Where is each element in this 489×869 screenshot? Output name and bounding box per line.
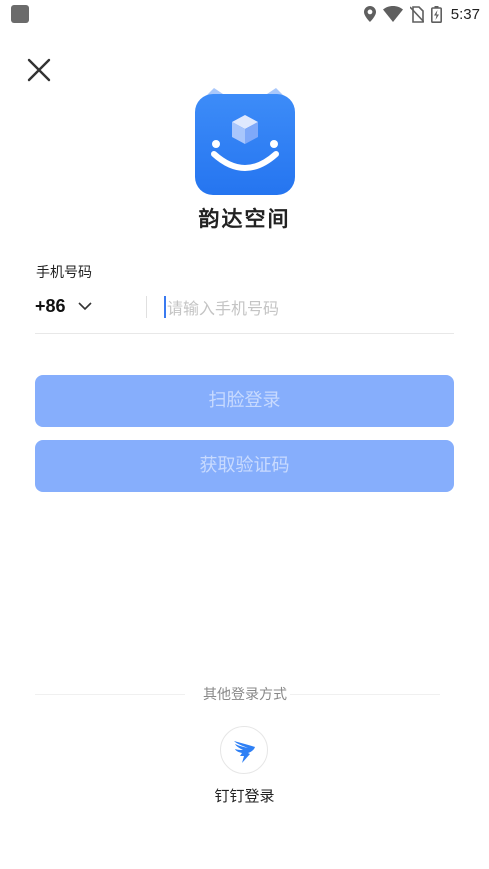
location-icon xyxy=(363,6,376,22)
face-login-button[interactable]: 扫脸登录 xyxy=(35,375,454,427)
dingtalk-login-button[interactable] xyxy=(220,726,268,774)
get-code-button[interactable]: 获取验证码 xyxy=(35,440,454,492)
no-sim-icon xyxy=(409,5,424,23)
divider-line-right xyxy=(290,694,440,695)
wifi-icon xyxy=(382,6,403,22)
app-name: 韵达空间 xyxy=(198,207,291,231)
phone-label: 手机号码 xyxy=(36,265,92,281)
dingtalk-icon xyxy=(234,741,255,763)
battery-charging-icon xyxy=(430,5,442,23)
status-bar: 5:37 xyxy=(0,0,489,28)
close-button[interactable] xyxy=(25,56,53,84)
dingtalk-login-label: 钉钉登录 xyxy=(214,787,275,805)
field-divider xyxy=(146,296,147,318)
chevron-down-icon[interactable] xyxy=(77,298,93,314)
status-time: 5:37 xyxy=(450,5,480,23)
status-icons: 5:37 xyxy=(363,4,480,24)
app-logo-icon xyxy=(195,88,295,195)
phone-field-row: +86 xyxy=(35,290,454,334)
notification-icon xyxy=(11,5,29,23)
close-icon xyxy=(27,58,51,82)
phone-input[interactable] xyxy=(164,292,449,324)
other-login-divider: 其他登录方式 xyxy=(35,684,440,704)
country-code-selector[interactable]: +86 xyxy=(35,296,66,317)
